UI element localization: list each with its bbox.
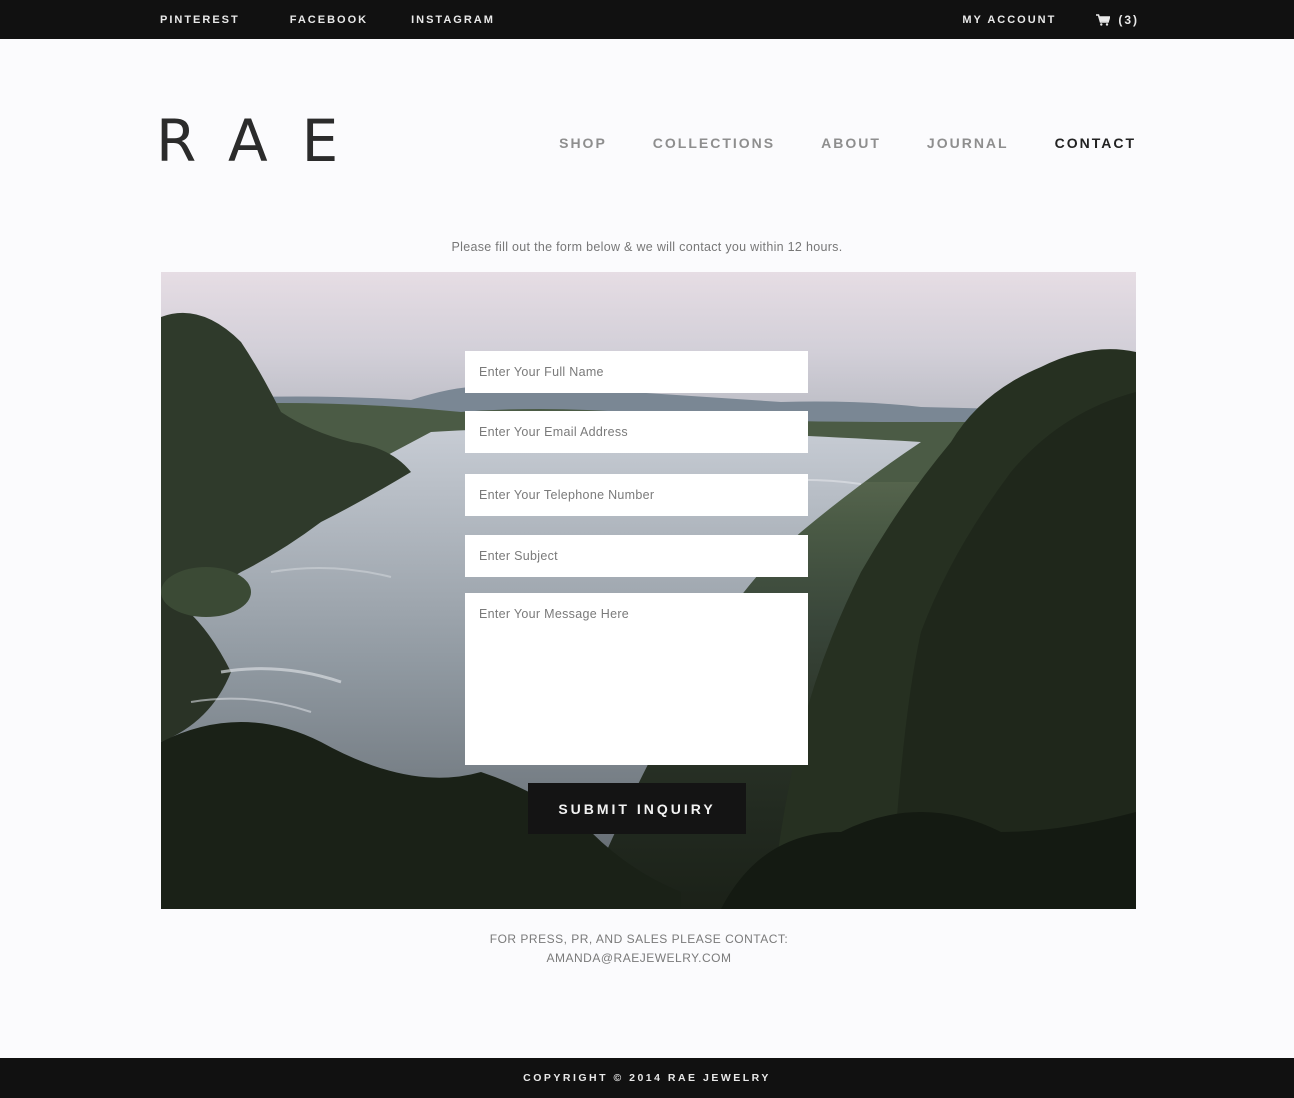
press-contact: FOR PRESS, PR, AND SALES PLEASE CONTACT:… bbox=[0, 930, 1278, 968]
instagram-link[interactable]: INSTAGRAM bbox=[411, 14, 495, 26]
cart-icon bbox=[1096, 13, 1111, 26]
submit-inquiry-button[interactable]: SUBMIT INQUIRY bbox=[528, 783, 746, 834]
main-nav: SHOP COLLECTIONS ABOUT JOURNAL CONTACT bbox=[513, 135, 1136, 151]
logo[interactable]: RAE bbox=[156, 112, 372, 170]
my-account-link[interactable]: MY ACCOUNT bbox=[962, 14, 1056, 26]
press-email-link[interactable]: AMANDA@RAEJEWELRY.COM bbox=[547, 951, 732, 965]
top-bar: PINTEREST FACEBOOK INSTAGRAM MY ACCOUNT … bbox=[0, 0, 1294, 39]
nav-journal[interactable]: JOURNAL bbox=[927, 135, 1009, 151]
nav-shop[interactable]: SHOP bbox=[559, 135, 607, 151]
cart-count: (3) bbox=[1118, 12, 1139, 27]
message-textarea[interactable] bbox=[465, 593, 808, 765]
telephone-input[interactable] bbox=[465, 474, 808, 516]
cart-link[interactable]: (3) bbox=[1096, 13, 1139, 27]
nav-contact[interactable]: CONTACT bbox=[1055, 135, 1136, 151]
intro-text: Please fill out the form below & we will… bbox=[451, 240, 843, 254]
nav-collections[interactable]: COLLECTIONS bbox=[653, 135, 775, 151]
copyright-text: COPYRIGHT © 2014 RAE JEWELRY bbox=[523, 1072, 771, 1084]
facebook-link[interactable]: FACEBOOK bbox=[290, 14, 368, 26]
subject-input[interactable] bbox=[465, 535, 808, 577]
press-contact-label: FOR PRESS, PR, AND SALES PLEASE CONTACT: bbox=[489, 932, 789, 946]
contact-hero: SUBMIT INQUIRY bbox=[161, 272, 1136, 909]
footer: COPYRIGHT © 2014 RAE JEWELRY bbox=[0, 1058, 1294, 1098]
nav-about[interactable]: ABOUT bbox=[821, 135, 881, 151]
full-name-input[interactable] bbox=[465, 351, 808, 393]
social-links: PINTEREST FACEBOOK INSTAGRAM bbox=[160, 0, 545, 39]
email-input[interactable] bbox=[465, 411, 808, 453]
pinterest-link[interactable]: PINTEREST bbox=[160, 14, 240, 26]
account-area: MY ACCOUNT (3) bbox=[962, 0, 1139, 39]
